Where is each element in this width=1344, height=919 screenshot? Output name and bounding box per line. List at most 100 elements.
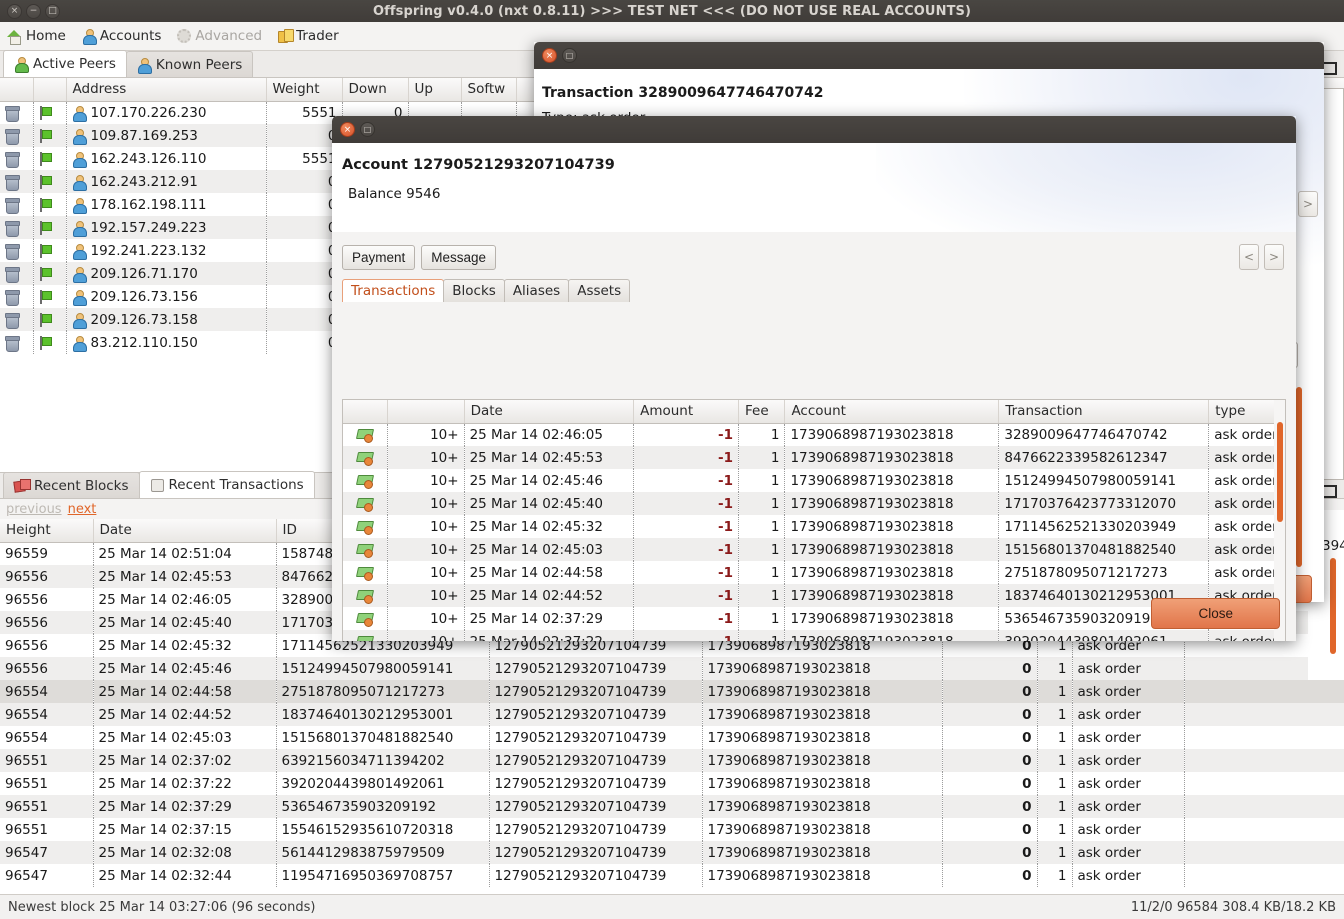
flag-icon[interactable] bbox=[39, 128, 52, 143]
close-button[interactable]: Close bbox=[1151, 598, 1280, 629]
account-prev-button[interactable]: < bbox=[1239, 244, 1259, 270]
account-tab-aliases[interactable]: Aliases bbox=[503, 279, 570, 302]
peer-delete-cell[interactable] bbox=[0, 239, 34, 262]
flag-icon[interactable] bbox=[39, 266, 52, 281]
account-table-scrollbar-thumb[interactable] bbox=[1277, 422, 1283, 522]
payment-button[interactable]: Payment bbox=[342, 244, 416, 270]
transaction-dialog-scrollbar[interactable] bbox=[1296, 387, 1302, 567]
transaction-dialog-close-icon[interactable]: × bbox=[542, 48, 557, 63]
close-icon[interactable]: × bbox=[7, 3, 22, 19]
peers-col-address[interactable]: Address bbox=[66, 78, 267, 102]
menu-item-accounts[interactable]: Accounts bbox=[82, 28, 161, 45]
trash-icon[interactable] bbox=[5, 289, 20, 306]
peer-flag-cell[interactable] bbox=[33, 101, 67, 124]
trash-icon[interactable] bbox=[5, 151, 20, 168]
trash-icon[interactable] bbox=[5, 266, 20, 283]
peer-delete-cell[interactable] bbox=[0, 331, 34, 354]
minimize-icon[interactable]: − bbox=[26, 3, 41, 19]
account-col-date[interactable]: Date bbox=[464, 400, 635, 424]
peer-flag-cell[interactable] bbox=[33, 193, 67, 216]
table-row[interactable]: 10+ 25 Mar 14 02:45:53 -1 1 1739068987193023… bbox=[343, 446, 1285, 469]
peer-flag-cell[interactable] bbox=[33, 285, 67, 308]
peer-delete-cell[interactable] bbox=[0, 216, 34, 239]
trash-icon[interactable] bbox=[5, 128, 20, 145]
peer-flag-cell[interactable] bbox=[33, 216, 67, 239]
peer-delete-cell[interactable] bbox=[0, 285, 34, 308]
trash-icon[interactable] bbox=[5, 335, 20, 352]
account-dialog-maximize-icon[interactable]: □ bbox=[360, 122, 375, 137]
account-col-confirmations[interactable] bbox=[387, 400, 465, 424]
peer-delete-cell[interactable] bbox=[0, 170, 34, 193]
peer-flag-cell[interactable] bbox=[33, 170, 67, 193]
account-tab-blocks[interactable]: Blocks bbox=[443, 279, 505, 302]
tab-recent-transactions[interactable]: Recent Transactions bbox=[138, 471, 315, 498]
peer-delete-cell[interactable] bbox=[0, 308, 34, 331]
recent-col-height[interactable]: Height bbox=[0, 519, 94, 543]
table-row[interactable]: 96554 25 Mar 14 02:44:58 27518780950712172… bbox=[0, 680, 1344, 703]
menu-item-trader[interactable]: Trader bbox=[278, 28, 339, 44]
table-row[interactable]: 96551 25 Mar 14 02:37:15 15546152935610720… bbox=[0, 818, 1344, 841]
account-dialog-close-icon[interactable]: × bbox=[340, 122, 355, 137]
table-row[interactable]: 10+ 25 Mar 14 02:44:58 -1 1 1739068987193023… bbox=[343, 561, 1285, 584]
peer-delete-cell[interactable] bbox=[0, 147, 34, 170]
account-col-amount[interactable]: Amount bbox=[633, 400, 740, 424]
table-row[interactable]: 96551 25 Mar 14 02:37:29 53654673590320919… bbox=[0, 795, 1344, 818]
peers-col-flag[interactable] bbox=[33, 78, 67, 102]
table-row[interactable]: 10+ 25 Mar 14 02:46:05 -1 1 1739068987193023… bbox=[343, 423, 1285, 446]
table-row[interactable]: 10+ 25 Mar 14 02:45:46 -1 1 1739068987193023… bbox=[343, 469, 1285, 492]
flag-icon[interactable] bbox=[39, 151, 52, 166]
trash-icon[interactable] bbox=[5, 174, 20, 191]
background-maximize-icon-top[interactable] bbox=[1322, 62, 1337, 75]
peer-delete-cell[interactable] bbox=[0, 124, 34, 147]
peer-delete-cell[interactable] bbox=[0, 101, 34, 124]
peers-col-down[interactable]: Down bbox=[342, 78, 409, 102]
peer-flag-cell[interactable] bbox=[33, 331, 67, 354]
table-row[interactable]: 96554 25 Mar 14 02:45:03 15156801370481882… bbox=[0, 726, 1344, 749]
flag-icon[interactable] bbox=[39, 174, 52, 189]
peer-flag-cell[interactable] bbox=[33, 308, 67, 331]
table-row[interactable]: 10+ 25 Mar 14 02:45:32 -1 1 1739068987193023… bbox=[343, 515, 1285, 538]
flag-icon[interactable] bbox=[39, 220, 52, 235]
pager-previous-link[interactable]: previous bbox=[6, 502, 62, 517]
table-row[interactable]: 96551 25 Mar 14 02:37:22 39202044398014920… bbox=[0, 772, 1344, 795]
trash-icon[interactable] bbox=[5, 105, 20, 122]
maximize-icon[interactable]: □ bbox=[45, 3, 60, 19]
table-row[interactable]: 96547 25 Mar 14 02:32:08 56144129838759795… bbox=[0, 841, 1344, 864]
table-row[interactable]: 10+ 25 Mar 14 02:44:52 -1 1 1739068987193023… bbox=[343, 584, 1285, 607]
table-row[interactable]: 10+ 25 Mar 14 02:45:03 -1 1 1739068987193023… bbox=[343, 538, 1285, 561]
peers-col-software[interactable]: Softw bbox=[461, 78, 517, 102]
peer-delete-cell[interactable] bbox=[0, 262, 34, 285]
trash-icon[interactable] bbox=[5, 312, 20, 329]
pager-next-link[interactable]: next bbox=[68, 502, 97, 517]
tab-recent-blocks[interactable]: Recent Blocks bbox=[3, 472, 140, 498]
peer-flag-cell[interactable] bbox=[33, 239, 67, 262]
transaction-dialog-next-button[interactable]: > bbox=[1298, 191, 1318, 217]
flag-icon[interactable] bbox=[39, 243, 52, 258]
flag-icon[interactable] bbox=[39, 197, 52, 212]
recent-col-date[interactable]: Date bbox=[93, 519, 277, 543]
message-button[interactable]: Message bbox=[421, 244, 497, 270]
menu-item-home[interactable]: Home bbox=[7, 28, 66, 45]
tab-active-peers[interactable]: Active Peers bbox=[3, 50, 127, 77]
flag-icon[interactable] bbox=[39, 105, 52, 120]
table-row[interactable]: 10+25 Mar 14 02:37:22-111739068987193023… bbox=[343, 630, 1285, 641]
tab-known-peers[interactable]: Known Peers bbox=[125, 51, 254, 77]
table-row[interactable]: 10+ 25 Mar 14 02:37:29 -1 1 1739068987193023… bbox=[343, 607, 1285, 630]
background-maximize-icon-bottom[interactable] bbox=[1322, 485, 1337, 498]
table-row[interactable]: 96556 25 Mar 14 02:45:46 15124994507980059… bbox=[0, 657, 1344, 680]
account-next-button[interactable]: > bbox=[1264, 244, 1284, 270]
account-tab-transactions[interactable]: Transactions bbox=[342, 279, 445, 302]
flag-icon[interactable] bbox=[39, 289, 52, 304]
transaction-dialog-maximize-icon[interactable]: □ bbox=[562, 48, 577, 63]
peers-col-up[interactable]: Up bbox=[408, 78, 462, 102]
table-row[interactable]: 10+ 25 Mar 14 02:45:40 -1 1 1739068987193023… bbox=[343, 492, 1285, 515]
flag-icon[interactable] bbox=[39, 335, 52, 350]
peers-col-delete[interactable] bbox=[0, 78, 34, 102]
table-row[interactable]: 96554 25 Mar 14 02:44:52 18374640130212953… bbox=[0, 703, 1344, 726]
account-tab-assets[interactable]: Assets bbox=[568, 279, 631, 302]
background-scrollbar-right[interactable] bbox=[1330, 558, 1336, 654]
flag-icon[interactable] bbox=[39, 312, 52, 327]
peer-flag-cell[interactable] bbox=[33, 124, 67, 147]
account-col-icon[interactable] bbox=[343, 400, 388, 424]
peers-col-weight[interactable]: Weight bbox=[266, 78, 343, 102]
